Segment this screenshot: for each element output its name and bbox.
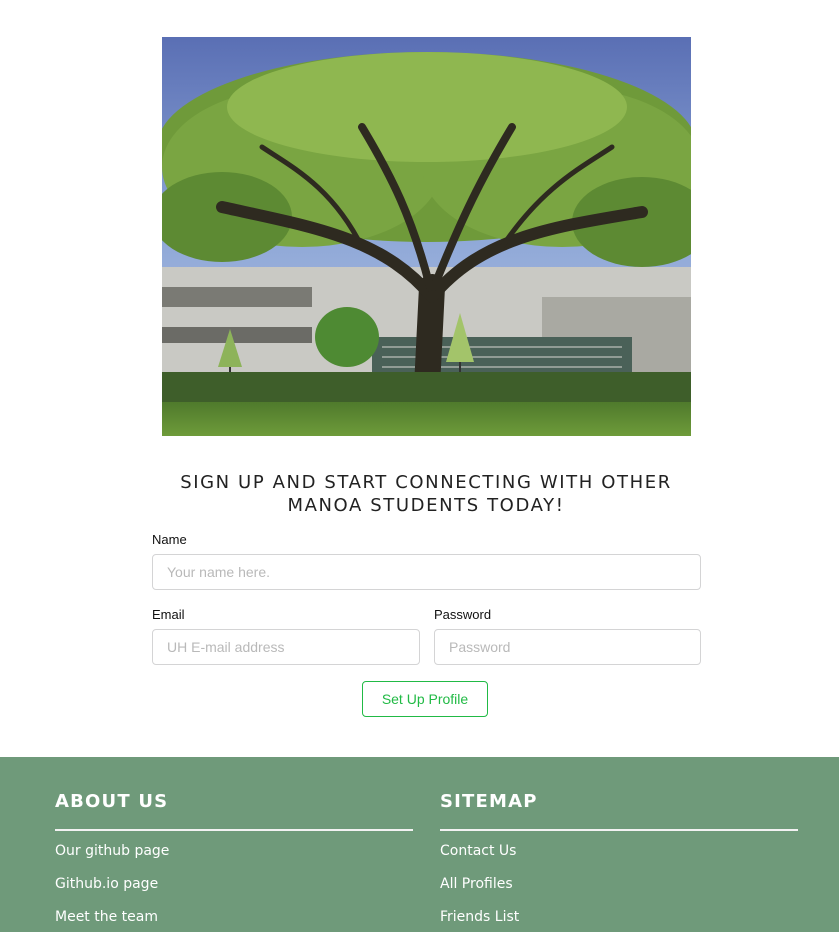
all-profiles-link[interactable]: All Profiles — [440, 876, 513, 892]
about-us-links: Our github page Github.io page Meet the … — [55, 835, 413, 934]
set-up-profile-button[interactable]: Set Up Profile — [362, 681, 488, 717]
our-github-page-link[interactable]: Our github page — [55, 843, 169, 859]
signup-headline: SIGN UP AND START CONNECTING WITH OTHER … — [0, 471, 839, 517]
about-us-section: ABOUT US Our github page Github.io page … — [55, 791, 413, 934]
sitemap-links: Contact Us All Profiles Friends List — [440, 835, 798, 934]
sitemap-divider — [440, 829, 798, 831]
sitemap-section: SITEMAP Contact Us All Profiles Friends … — [440, 791, 798, 934]
tree-photo — [162, 37, 691, 436]
email-input[interactable] — [152, 629, 420, 665]
name-input[interactable] — [152, 554, 701, 590]
password-label: Password — [434, 607, 492, 622]
email-label: Email — [152, 607, 185, 622]
sitemap-title: SITEMAP — [440, 791, 538, 812]
friends-list-link[interactable]: Friends List — [440, 909, 519, 925]
contact-us-link[interactable]: Contact Us — [440, 843, 516, 859]
footer: ABOUT US Our github page Github.io page … — [0, 757, 839, 932]
headline-line-2: MANOA STUDENTS TODAY! — [287, 495, 565, 516]
password-input[interactable] — [434, 629, 701, 665]
hero-image — [162, 37, 691, 436]
headline-line-1: SIGN UP AND START CONNECTING WITH OTHER — [180, 472, 672, 493]
about-us-divider — [55, 829, 413, 831]
meet-the-team-link[interactable]: Meet the team — [55, 909, 158, 925]
about-us-title: ABOUT US — [55, 791, 169, 812]
name-label: Name — [152, 532, 187, 547]
github-io-page-link[interactable]: Github.io page — [55, 876, 158, 892]
